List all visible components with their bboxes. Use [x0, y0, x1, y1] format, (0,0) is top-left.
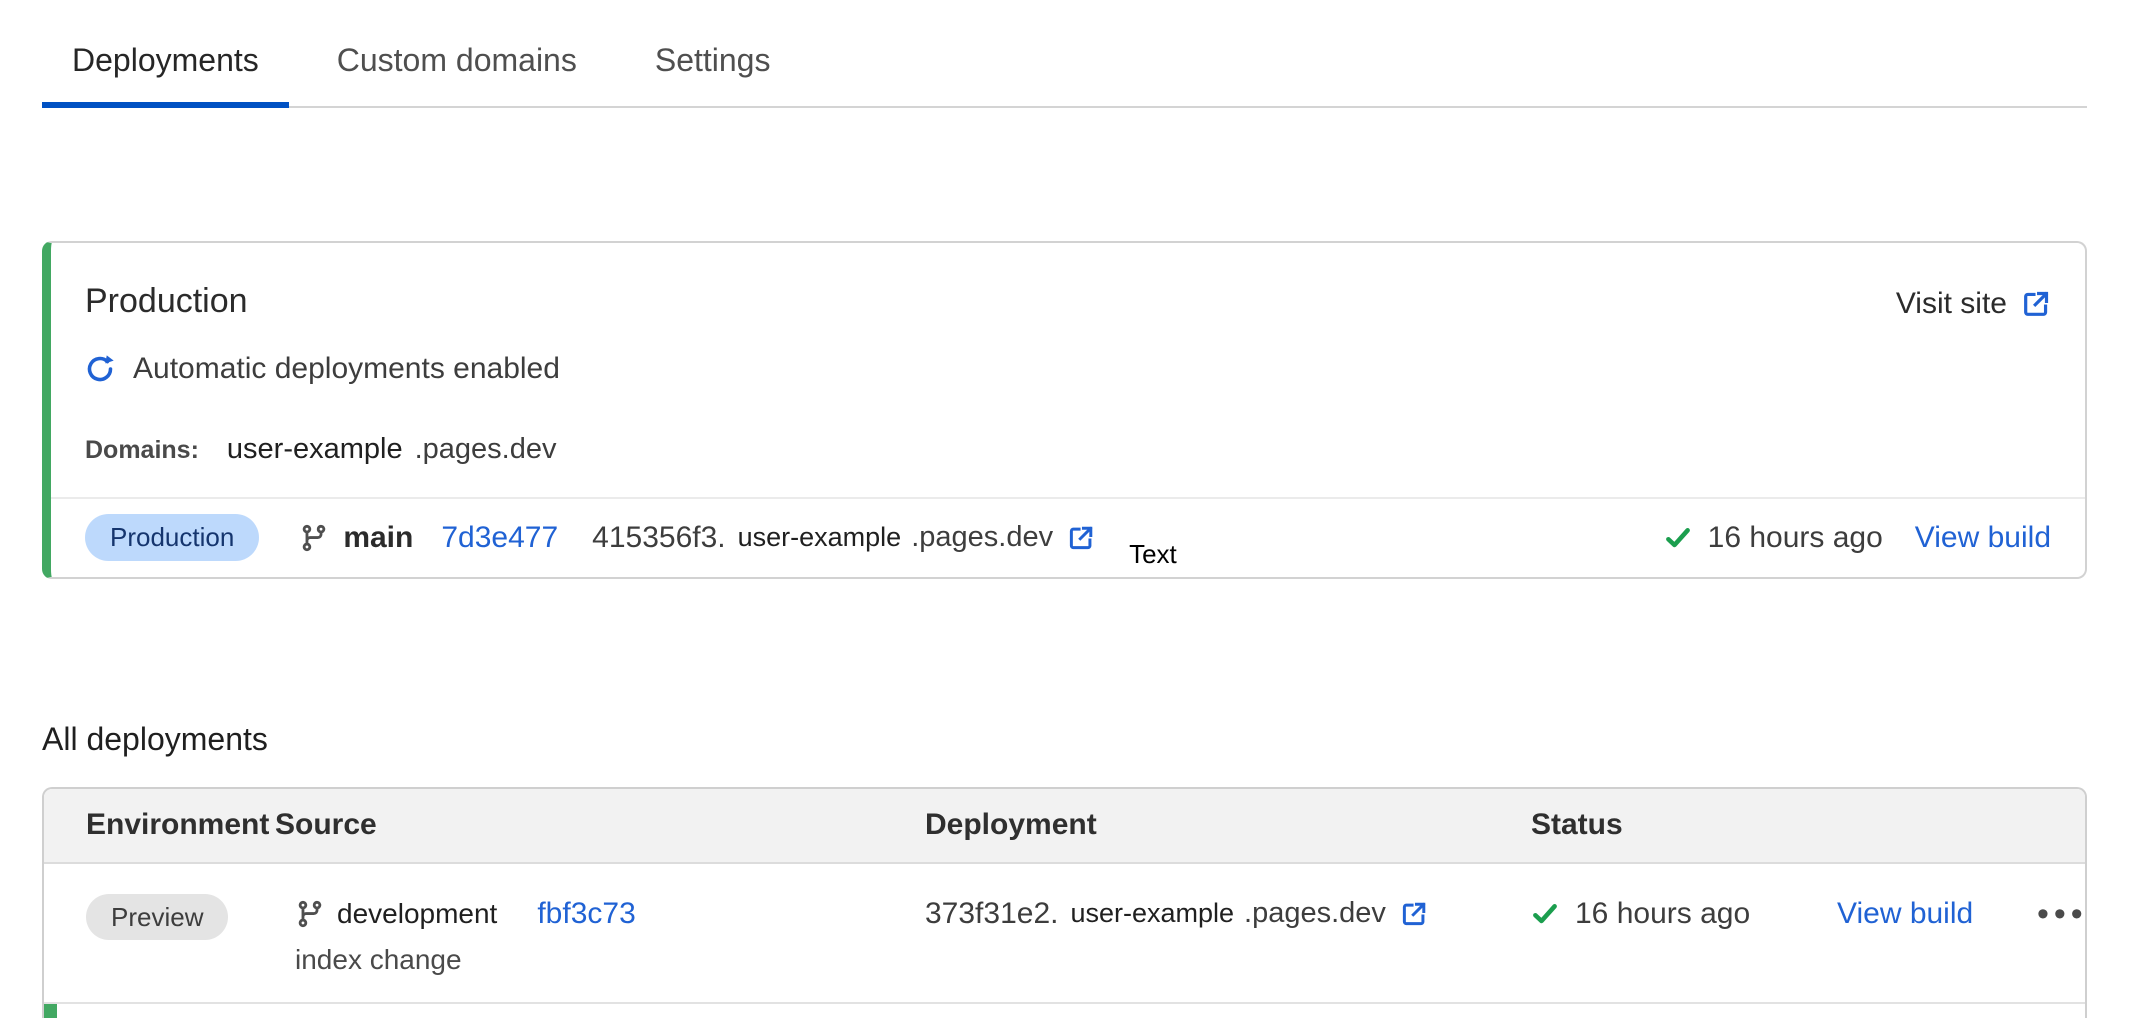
domain-suffix: .pages.dev [415, 431, 557, 467]
deployment-note: Text [1129, 538, 1177, 571]
git-branch-icon [295, 899, 325, 929]
visit-site-link[interactable]: Visit site [1896, 285, 2051, 323]
domain-name: user-example [227, 431, 403, 467]
external-link-icon [2021, 289, 2051, 319]
refresh-icon [85, 354, 115, 384]
table-header-row: Environment Source Deployment Status [44, 789, 2085, 864]
git-branch-icon [299, 523, 329, 553]
deployment-domain-suffix: .pages.dev [911, 519, 1053, 555]
view-build-cell: View build [1837, 894, 2037, 934]
domains-label: Domains: [85, 435, 199, 466]
source-cell: development fbf3c73 index change [275, 894, 925, 977]
production-deployment-row: Production main 7d3e477 415356f3. user-e… [51, 499, 2085, 577]
deployment-domain-suffix: .pages.dev [1244, 895, 1386, 931]
ellipsis-icon[interactable]: ••• [2037, 894, 2088, 934]
view-build-link[interactable]: View build [1915, 519, 2051, 557]
status-cell: 16 hours ago [1531, 894, 1837, 934]
deployment-time: 16 hours ago [1708, 519, 1883, 557]
column-header-environment: Environment [86, 806, 275, 844]
column-header-deployment: Deployment [925, 806, 1531, 844]
tab-custom-domains[interactable]: Custom domains [307, 0, 607, 106]
deployment-time: 16 hours ago [1575, 895, 1750, 933]
deployment-domain: user-example [1070, 897, 1234, 931]
column-header-source: Source [275, 806, 925, 844]
tab-deployments[interactable]: Deployments [42, 0, 289, 106]
environment-badge-preview: Preview [86, 894, 228, 941]
deployments-table: Environment Source Deployment Status Pre… [42, 787, 2087, 1018]
visit-site-label: Visit site [1896, 285, 2007, 323]
environment-badge-production: Production [85, 514, 259, 561]
commit-message: index change [295, 942, 925, 977]
check-icon [1531, 900, 1559, 928]
tab-settings[interactable]: Settings [625, 0, 801, 106]
column-header-status: Status [1531, 806, 1837, 844]
branch-name: development [337, 896, 497, 931]
production-status-group: 16 hours ago View build [1664, 519, 2051, 557]
production-row-green-edge [44, 1004, 57, 1018]
production-card-title: Production [85, 281, 248, 321]
auto-deployments-text: Automatic deployments enabled [133, 350, 560, 388]
commit-link[interactable]: 7d3e477 [441, 519, 558, 557]
more-actions-cell: ••• [2037, 894, 2088, 934]
deployment-id: 415356f3. [592, 519, 725, 557]
deployment-id: 373f31e2. [925, 895, 1058, 933]
commit-link[interactable]: fbf3c73 [537, 895, 635, 933]
auto-deployments-status: Automatic deployments enabled [51, 323, 2085, 387]
production-card-header: Production Visit site [51, 243, 2085, 323]
check-icon [1664, 524, 1692, 552]
table-row: Preview development fbf3c73 index change… [44, 864, 2085, 1004]
domains-row: Domains: user-example .pages.dev [51, 387, 2085, 465]
external-link-icon[interactable] [1067, 524, 1095, 552]
production-card: Production Visit site Automatic deployme… [42, 241, 2087, 579]
view-build-link[interactable]: View build [1837, 895, 1973, 933]
tab-bar: Deployments Custom domains Settings [42, 0, 2087, 108]
external-link-icon[interactable] [1400, 900, 1428, 928]
deployment-domain: user-example [738, 521, 902, 555]
deployment-cell: 373f31e2. user-example .pages.dev [925, 894, 1531, 934]
next-row-partial [44, 1004, 2085, 1018]
all-deployments-title: All deployments [42, 719, 2132, 759]
environment-cell: Preview [86, 894, 275, 941]
branch-name: main [343, 519, 413, 557]
